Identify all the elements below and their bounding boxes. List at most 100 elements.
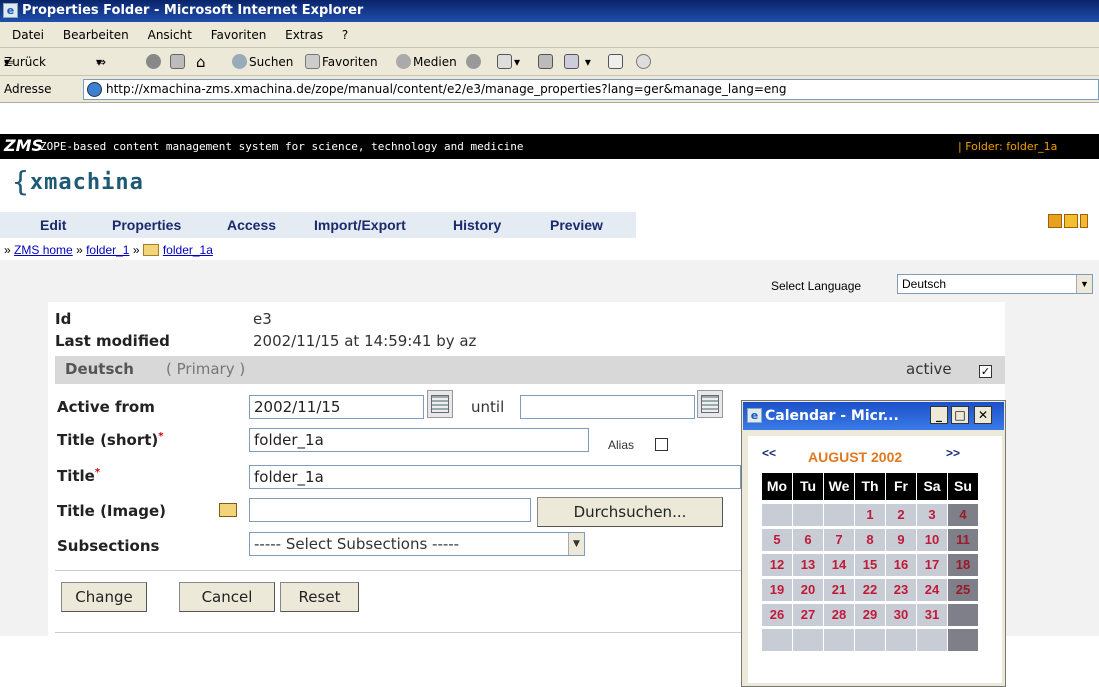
calendar-day[interactable]: 18 <box>948 554 978 576</box>
calendar-day[interactable]: 4 <box>948 504 978 526</box>
tab-access[interactable]: Access <box>227 212 276 238</box>
calendar-day[interactable]: 1 <box>855 504 885 526</box>
favorites-button[interactable]: Favoriten <box>305 48 378 76</box>
calendar-day[interactable]: 24 <box>917 579 947 601</box>
select-language-label: Select Language <box>771 279 862 293</box>
active-from-calendar-button[interactable] <box>427 390 453 418</box>
title-short-input[interactable]: folder_1a <box>249 428 589 452</box>
calendar-day[interactable]: 25 <box>948 579 978 601</box>
forward-button[interactable]: ⇒ ▾ <box>96 48 106 76</box>
calendar-day[interactable]: 5 <box>762 529 792 551</box>
cancel-button[interactable]: Cancel <box>179 582 275 612</box>
calendar-day[interactable]: 21 <box>824 579 854 601</box>
tab-import-export[interactable]: Import/Export <box>314 212 406 238</box>
calendar-day[interactable]: 13 <box>793 554 823 576</box>
calendar-prev-month[interactable]: << <box>762 446 776 460</box>
breadcrumb-folder-1a[interactable]: folder_1a <box>163 243 213 257</box>
menu-item-bearbeiten[interactable]: Bearbeiten <box>63 28 129 42</box>
browse-button[interactable]: Durchsuchen... <box>537 497 723 527</box>
stop-button[interactable] <box>146 48 163 76</box>
menu-item-help[interactable]: ? <box>342 28 348 42</box>
title-short-label: Title (short)* <box>57 431 164 449</box>
alias-checkbox[interactable] <box>655 438 668 451</box>
calendar-day[interactable]: 19 <box>762 579 792 601</box>
calendar-day[interactable]: 8 <box>855 529 885 551</box>
address-label: Adresse <box>4 82 52 96</box>
calendar-weekday: Sa <box>917 473 947 500</box>
calendar-day[interactable]: 2 <box>886 504 916 526</box>
calendar-empty-cell <box>762 504 792 526</box>
sitemap-icon[interactable] <box>1048 214 1062 228</box>
calendar-day[interactable]: 9 <box>886 529 916 551</box>
calendar-day[interactable]: 31 <box>917 604 947 626</box>
calendar-day[interactable]: 10 <box>917 529 947 551</box>
breadcrumb: » ZMS home » folder_1 » folder_1a <box>4 243 213 257</box>
address-input[interactable]: http://xmachina-zms.xmachina.de/zope/man… <box>83 79 1099 100</box>
change-button[interactable]: Change <box>61 582 147 612</box>
calendar-day[interactable]: 11 <box>948 529 978 551</box>
calendar-day[interactable]: 12 <box>762 554 792 576</box>
minimize-button[interactable]: _ <box>930 406 948 424</box>
xmachina-logo[interactable]: {xmachina <box>12 165 144 198</box>
until-input[interactable] <box>520 395 695 419</box>
breadcrumb-folder-1[interactable]: folder_1 <box>86 243 129 257</box>
calendar-day[interactable]: 27 <box>793 604 823 626</box>
search-icon[interactable] <box>1080 214 1088 228</box>
alias-label: Alias <box>608 438 635 452</box>
calendar-day[interactable]: 28 <box>824 604 854 626</box>
tab-properties[interactable]: Properties <box>112 212 181 238</box>
calendar-day[interactable]: 3 <box>917 504 947 526</box>
calendar-day[interactable]: 16 <box>886 554 916 576</box>
calendar-day[interactable]: 20 <box>793 579 823 601</box>
mail-button[interactable]: ▾ <box>497 48 520 76</box>
print-button[interactable] <box>538 48 555 76</box>
calendar-day[interactable]: 26 <box>762 604 792 626</box>
language-select[interactable]: Deutsch ▼ <box>897 274 1093 294</box>
tab-history[interactable]: History <box>453 212 501 238</box>
refresh-icon <box>170 54 185 69</box>
messenger-button[interactable] <box>636 48 653 76</box>
search-button[interactable]: Suchen <box>232 48 293 76</box>
until-calendar-button[interactable] <box>697 390 723 418</box>
browser-titlebar: e Properties Folder - Microsoft Internet… <box>0 0 1099 22</box>
active-from-input[interactable]: 2002/11/15 <box>249 395 424 419</box>
folder-icon <box>142 244 159 256</box>
menu-item-extras[interactable]: Extras <box>285 28 323 42</box>
calendar-day[interactable]: 15 <box>855 554 885 576</box>
calendar-day[interactable]: 22 <box>855 579 885 601</box>
close-button[interactable]: ✕ <box>974 406 992 424</box>
tab-preview[interactable]: Preview <box>550 212 603 238</box>
list-icon[interactable] <box>1064 214 1078 228</box>
breadcrumb-home[interactable]: ZMS home <box>14 243 73 257</box>
calendar-day[interactable]: 6 <box>793 529 823 551</box>
media-button[interactable]: Medien <box>396 48 457 76</box>
active-checkbox[interactable]: ✓ <box>979 365 992 378</box>
subsections-select[interactable]: ----- Select Subsections ----- ▼ <box>249 532 585 556</box>
calendar-day[interactable]: 14 <box>824 554 854 576</box>
edit-button[interactable]: ▾ <box>564 48 591 76</box>
calendar-day[interactable]: 23 <box>886 579 916 601</box>
subsections-label: Subsections <box>57 537 160 555</box>
calendar-day[interactable]: 7 <box>824 529 854 551</box>
calendar-day[interactable]: 30 <box>886 604 916 626</box>
menu-item-datei[interactable]: Datei <box>12 28 44 42</box>
chevron-down-icon: ▼ <box>1076 275 1092 293</box>
title-input[interactable]: folder_1a <box>249 465 741 489</box>
maximize-button[interactable]: □ <box>951 406 969 424</box>
section-language-primary: ( Primary ) <box>166 360 246 378</box>
calendar-day[interactable]: 29 <box>855 604 885 626</box>
history-button[interactable] <box>466 48 483 76</box>
refresh-button[interactable] <box>170 48 187 76</box>
calendar-next-month[interactable]: >> <box>946 446 960 460</box>
discuss-button[interactable] <box>608 48 625 76</box>
reset-button[interactable]: Reset <box>280 582 359 612</box>
forward-arrow-icon: ⇒ <box>96 55 107 69</box>
calendar-month-title: AUGUST 2002 <box>808 449 903 465</box>
mail-icon <box>497 54 512 69</box>
title-image-input[interactable] <box>249 498 531 522</box>
back-button[interactable]: ⇐ Zurück ▾ <box>4 48 46 76</box>
menu-item-ansicht[interactable]: Ansicht <box>148 28 192 42</box>
calendar-day[interactable]: 17 <box>917 554 947 576</box>
tab-edit[interactable]: Edit <box>40 212 66 238</box>
menu-item-favoriten[interactable]: Favoriten <box>211 28 267 42</box>
